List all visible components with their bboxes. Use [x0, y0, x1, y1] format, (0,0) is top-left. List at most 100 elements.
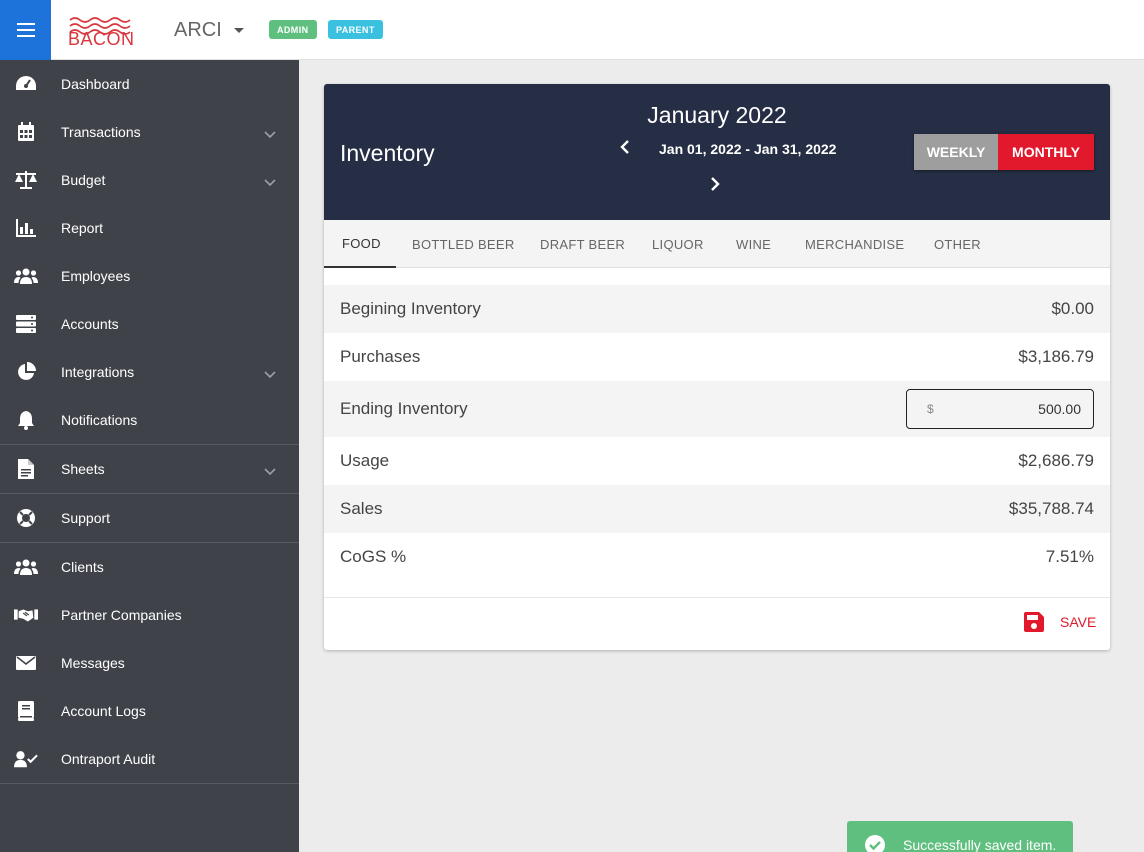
check-circle-icon	[864, 834, 886, 852]
sidebar-item-report[interactable]: Report	[0, 204, 299, 252]
users-icon	[14, 265, 38, 287]
card-header: Inventory January 2022 Jan 01, 2022 - Ja…	[324, 84, 1110, 220]
sidebar-item-label: Support	[61, 510, 111, 526]
period-toggle: WEEKLY MONTHLY	[914, 134, 1094, 170]
sidebar-item-label: Dashboard	[61, 76, 130, 92]
sidebar-item-messages[interactable]: Messages	[0, 639, 299, 687]
row-purchases: Purchases $3,186.79	[324, 333, 1110, 381]
chevron-down-icon	[264, 174, 276, 190]
category-tabs: FOOD BOTTLED BEER DRAFT BEER LIQUOR WINE…	[324, 220, 1110, 268]
tab-liquor[interactable]: LIQUOR	[652, 220, 704, 268]
row-label: CoGS %	[340, 547, 407, 566]
inventory-card: Inventory January 2022 Jan 01, 2022 - Ja…	[324, 84, 1110, 650]
hamburger-menu-button[interactable]	[0, 0, 51, 60]
dashboard-gauge-icon	[14, 73, 38, 95]
sidebar-item-label: Budget	[61, 172, 106, 188]
sidebar-item-label: Transactions	[61, 124, 141, 140]
hamburger-icon	[16, 23, 35, 37]
org-selector[interactable]: ARCI	[174, 19, 244, 42]
book-icon	[14, 700, 38, 722]
org-name: ARCI	[174, 19, 222, 41]
logo-text: BACON	[68, 29, 135, 49]
tab-bottled-beer[interactable]: BOTTLED BEER	[412, 220, 515, 268]
sidebar-item-sheets[interactable]: Sheets	[0, 445, 299, 493]
row-usage: Usage $2,686.79	[324, 437, 1110, 485]
tab-other[interactable]: OTHER	[934, 220, 981, 268]
save-button[interactable]: SAVE	[1024, 612, 1096, 632]
row-value: $0.00	[1051, 299, 1094, 318]
handshake-icon	[14, 604, 38, 626]
chevron-down-icon	[264, 126, 276, 142]
tab-merchandise[interactable]: MERCHANDISE	[805, 220, 904, 268]
floppy-disk-icon	[1024, 612, 1044, 632]
card-footer-divider	[324, 597, 1110, 598]
date-range: Jan 01, 2022 - Jan 31, 2022	[659, 141, 837, 157]
sidebar-item-label: Report	[61, 220, 104, 236]
parent-badge: PARENT	[328, 20, 383, 39]
sidebar-item-partner-companies[interactable]: Partner Companies	[0, 591, 299, 639]
sidebar-item-label: Employees	[61, 268, 131, 284]
sidebar-item-budget[interactable]: Budget	[0, 156, 299, 204]
row-cogs: CoGS % 7.51%	[324, 533, 1110, 581]
envelope-icon	[14, 652, 38, 674]
tab-food[interactable]: FOOD	[324, 220, 396, 268]
sidebar-item-label: Account Logs	[61, 703, 146, 719]
sidebar: Dashboard Transactions Budget Report Emp…	[0, 60, 299, 852]
sidebar-item-account-logs[interactable]: Account Logs	[0, 687, 299, 735]
sidebar-item-notifications[interactable]: Notifications	[0, 396, 299, 444]
sidebar-item-label: Sheets	[61, 461, 105, 477]
chevron-right-icon[interactable]	[710, 177, 720, 196]
sidebar-divider	[0, 783, 299, 784]
row-label: Begining Inventory	[340, 299, 481, 318]
sidebar-item-dashboard[interactable]: Dashboard	[0, 60, 299, 108]
sidebar-item-label: Integrations	[61, 364, 135, 380]
success-toast: Successfully saved item.	[847, 821, 1073, 852]
sidebar-item-support[interactable]: Support	[0, 494, 299, 542]
sidebar-item-integrations[interactable]: Integrations	[0, 348, 299, 396]
row-ending-inventory: Ending Inventory $ 500.00	[324, 381, 1110, 437]
tab-draft-beer[interactable]: DRAFT BEER	[540, 220, 625, 268]
scale-icon	[14, 169, 38, 191]
save-label: SAVE	[1060, 614, 1097, 630]
row-label: Ending Inventory	[340, 399, 468, 418]
sidebar-item-label: Partner Companies	[61, 607, 182, 623]
sidebar-item-label: Clients	[61, 559, 104, 575]
caret-down-icon	[233, 28, 244, 33]
monthly-button[interactable]: MONTHLY	[998, 134, 1094, 170]
row-sales: Sales $35,788.74	[324, 485, 1110, 533]
sidebar-item-label: Ontraport Audit	[61, 751, 156, 767]
life-ring-icon	[14, 507, 38, 529]
month-label: January 2022	[647, 102, 787, 128]
user-check-icon	[14, 748, 38, 770]
server-icon	[14, 313, 38, 335]
users-icon	[14, 556, 38, 578]
row-label: Purchases	[340, 347, 421, 366]
sidebar-item-ontraport-audit[interactable]: Ontraport Audit	[0, 735, 299, 783]
sidebar-item-label: Messages	[61, 655, 125, 671]
row-value: $2,686.79	[1018, 451, 1094, 470]
file-icon	[14, 458, 38, 480]
tab-wine[interactable]: WINE	[736, 220, 771, 268]
sidebar-item-employees[interactable]: Employees	[0, 252, 299, 300]
toast-message: Successfully saved item.	[903, 837, 1057, 852]
admin-badge: ADMIN	[269, 20, 317, 39]
sidebar-item-transactions[interactable]: Transactions	[0, 108, 299, 156]
sidebar-item-accounts[interactable]: Accounts	[0, 300, 299, 348]
row-label: Usage	[340, 451, 390, 470]
sidebar-item-label: Notifications	[61, 412, 138, 428]
weekly-button[interactable]: WEEKLY	[914, 134, 998, 170]
chevron-left-icon[interactable]	[620, 140, 630, 159]
bell-icon	[14, 409, 38, 431]
row-label: Sales	[340, 499, 383, 518]
row-value: $35,788.74	[1008, 499, 1094, 518]
bar-chart-icon	[14, 217, 38, 239]
input-value: 500.00	[1038, 401, 1081, 417]
calendar-icon	[14, 121, 38, 143]
row-value: 7.51%	[1045, 547, 1094, 566]
chevron-down-icon	[264, 463, 276, 479]
pie-chart-icon	[14, 361, 38, 383]
sidebar-item-clients[interactable]: Clients	[0, 543, 299, 591]
sidebar-item-label: Accounts	[61, 316, 119, 332]
ending-inventory-input[interactable]: $ 500.00	[906, 389, 1094, 429]
top-bar: BACON ARCI ADMIN PARENT	[0, 0, 1144, 60]
